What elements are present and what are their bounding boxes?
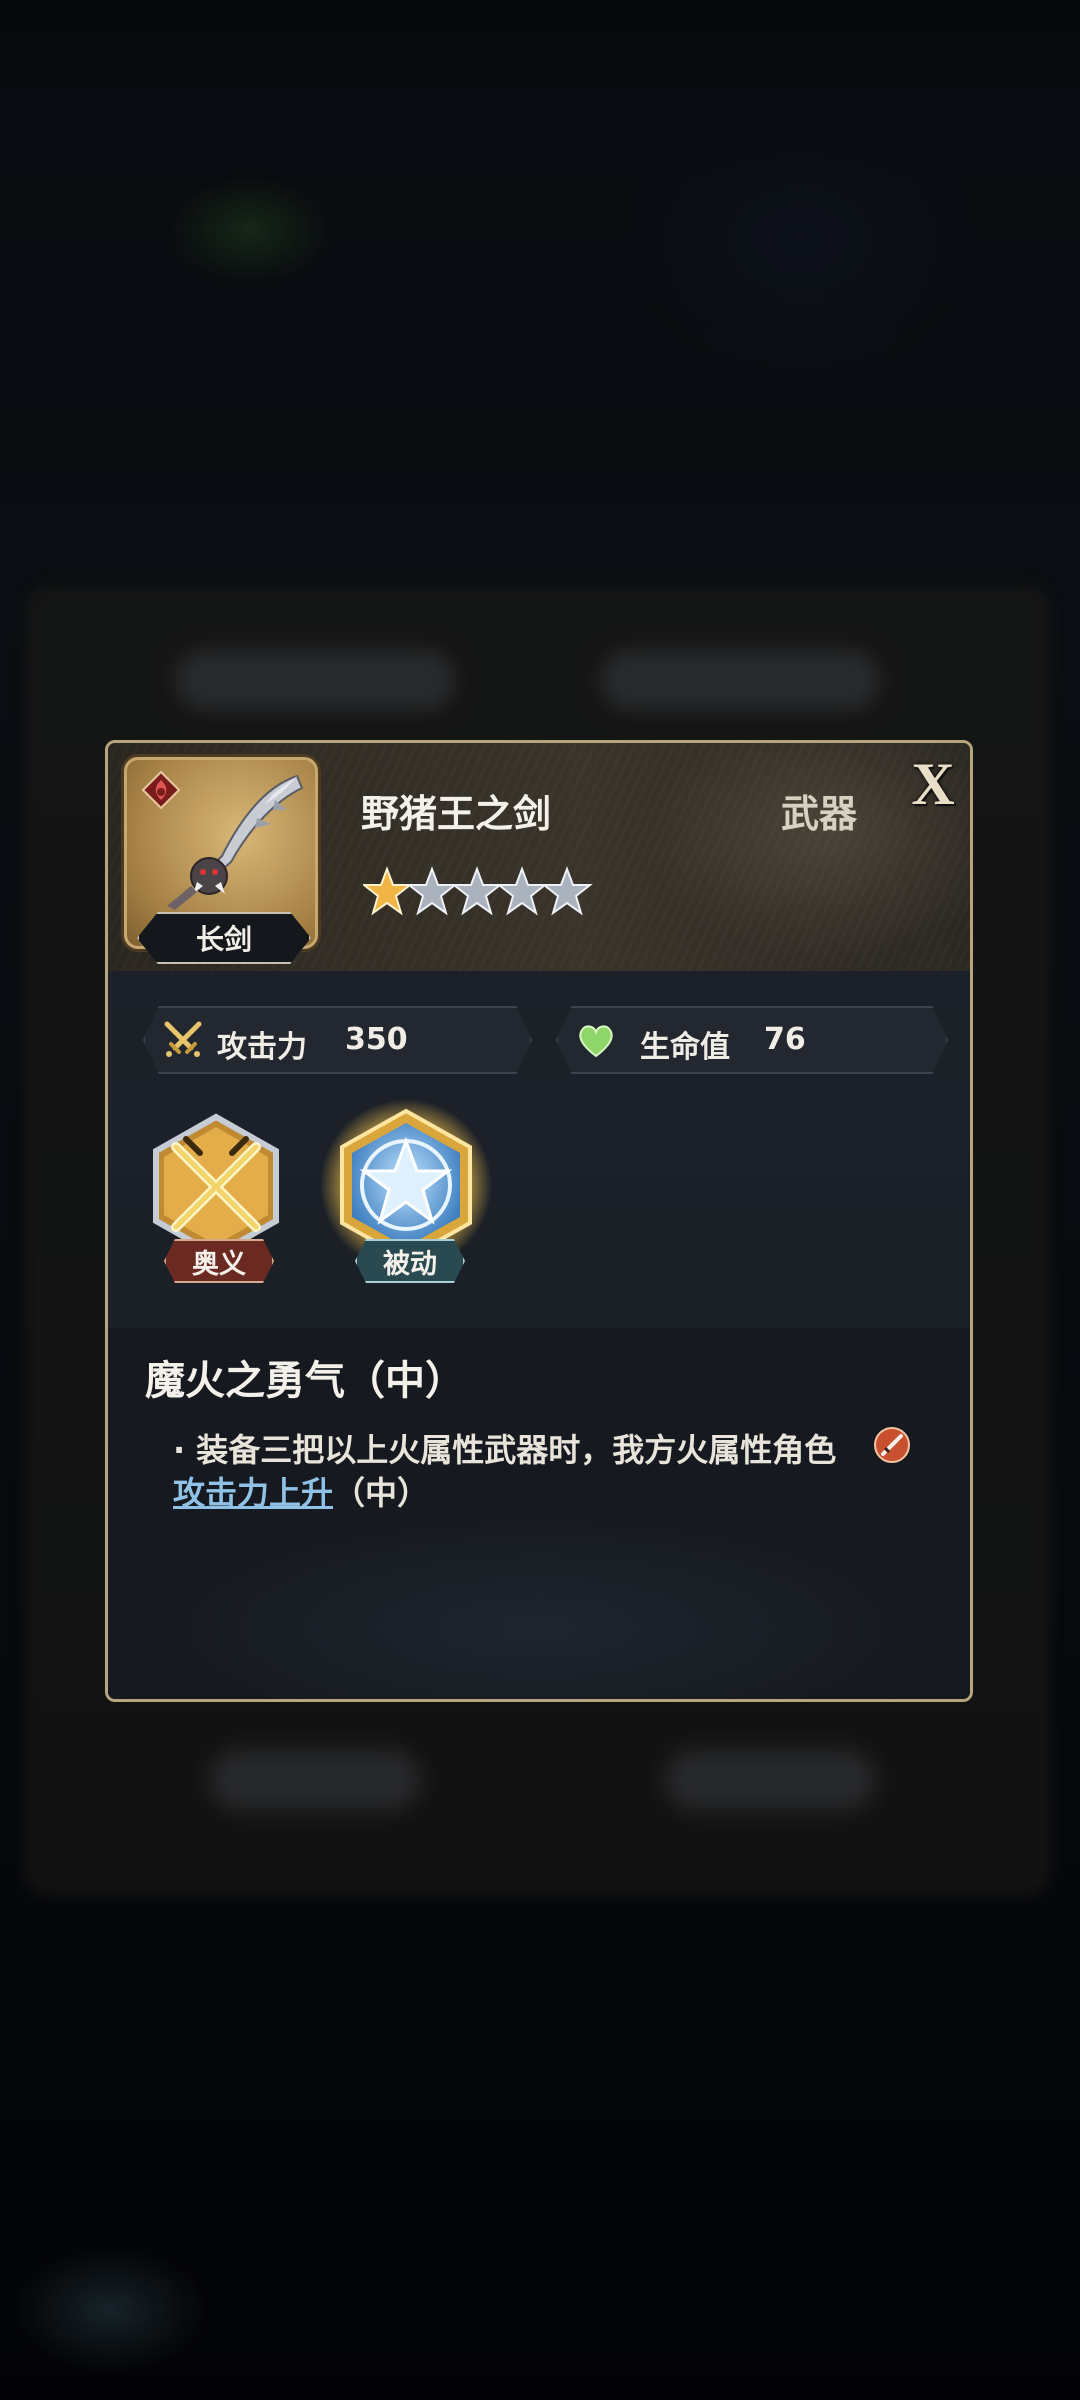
attack-up-link[interactable]: 攻击力上升: [173, 1474, 333, 1512]
close-button[interactable]: X: [898, 749, 968, 819]
fire-sword-icon: [874, 1427, 910, 1463]
heart-icon: [579, 1025, 613, 1058]
stat-value: 350: [345, 1022, 408, 1057]
star-empty-icon: [408, 868, 456, 914]
weapon-type-label: 长剑: [137, 912, 311, 964]
crossed-blades-skill-icon[interactable]: [146, 1111, 286, 1261]
star-empty-icon: [498, 868, 546, 914]
stat-label: 生命值: [640, 1030, 730, 1065]
star-filled-icon: [363, 868, 411, 914]
weapon-name: 野猪王之剑: [361, 792, 552, 836]
stat-hp: 生命值 76: [556, 1006, 948, 1074]
skill-description-panel: 魔火之勇气（中） · 装备三把以上火属性武器时，我方火属性角色 攻击力上升（中）: [108, 1328, 970, 1699]
skill-description-suffix: （中）: [333, 1474, 430, 1512]
stat-value: 76: [764, 1022, 806, 1057]
weapon-detail-dialog: 长剑 野猪王之剑 武器 X 攻击力 350 生命值 76 奥义 被动 魔火之勇气…: [105, 740, 973, 1702]
dialog-header: 长剑 野猪王之剑 武器 X: [108, 743, 970, 971]
star-empty-icon: [543, 868, 591, 914]
skill-description-line: · 装备三把以上火属性武器时，我方火属性角色: [173, 1431, 837, 1469]
skill-tag-passive: 被动: [355, 1239, 465, 1283]
skill-tag-ougi: 奥义: [164, 1239, 274, 1283]
star-empty-icon: [453, 868, 501, 914]
stat-attack: 攻击力 350: [143, 1006, 532, 1074]
item-category: 武器: [781, 792, 858, 836]
skill-name: 魔火之勇气（中）: [145, 1358, 465, 1404]
weapon-portrait: 长剑: [124, 757, 318, 964]
stat-label: 攻击力: [217, 1030, 307, 1065]
rarity-stars: [363, 868, 591, 914]
boar-king-sword-art: [167, 774, 304, 910]
crossed-swords-icon: [164, 1021, 202, 1057]
skill-description-line: 攻击力上升（中）: [173, 1468, 429, 1514]
